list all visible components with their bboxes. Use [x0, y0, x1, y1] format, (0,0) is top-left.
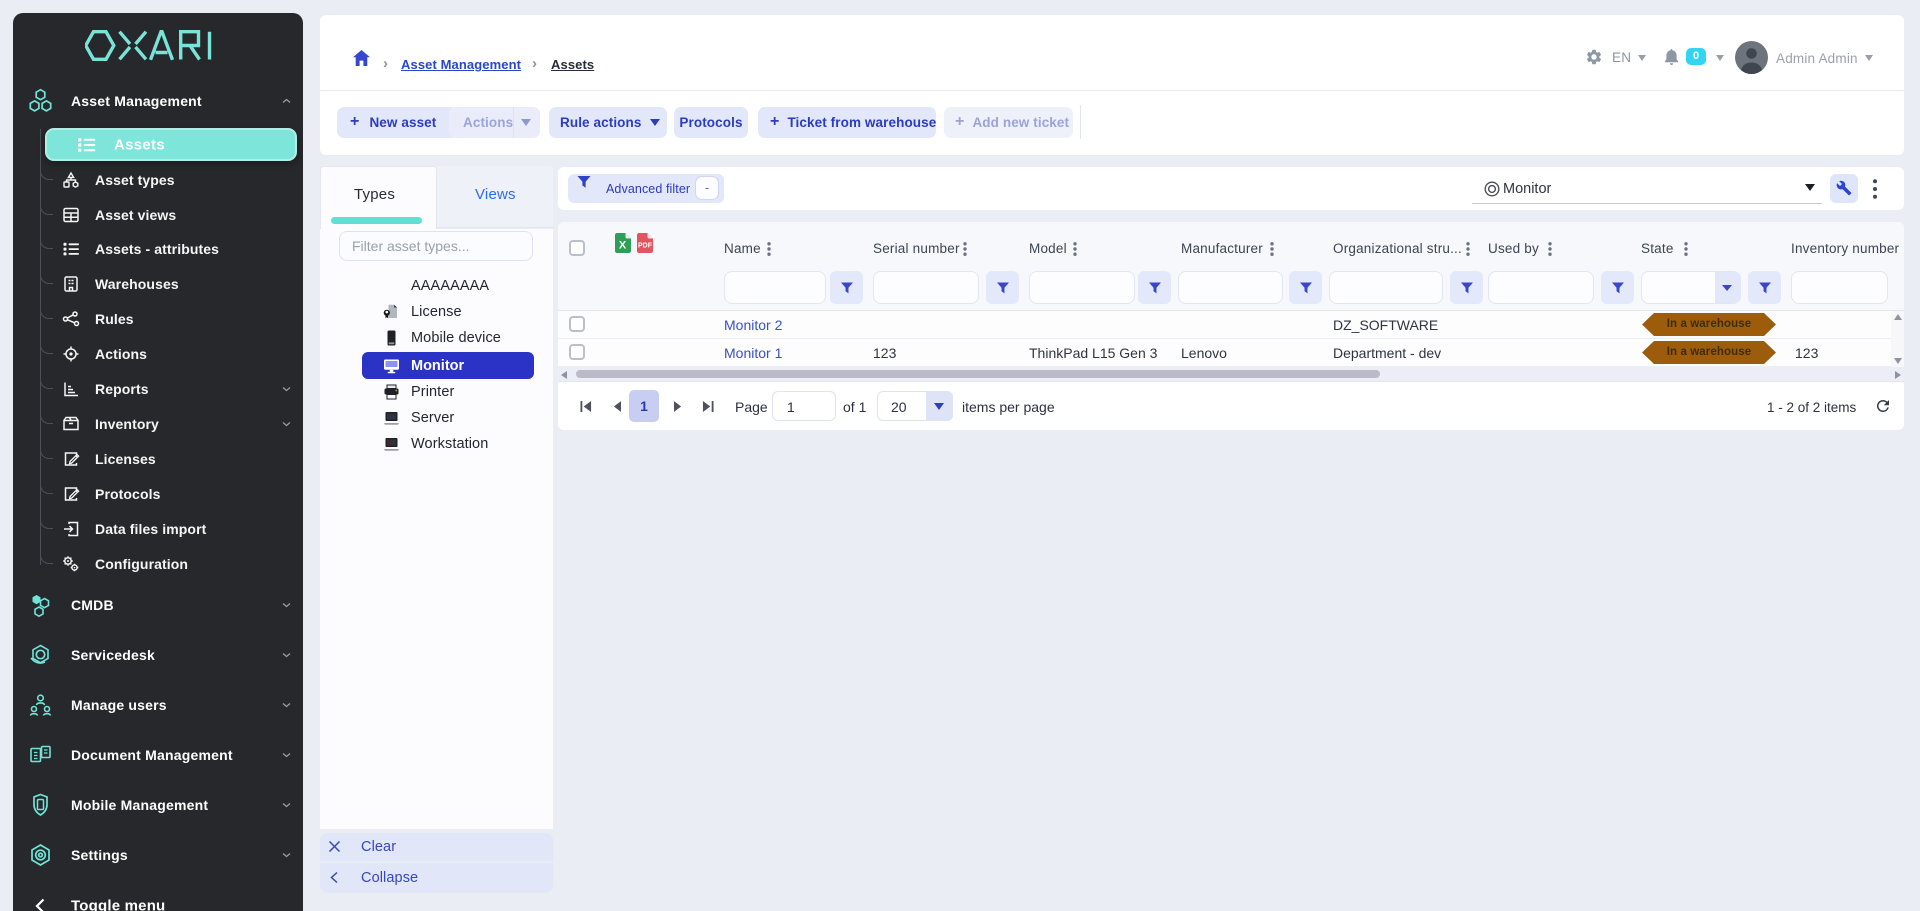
- svg-text:X: X: [619, 240, 627, 252]
- svg-text:PDF: PDF: [638, 243, 653, 250]
